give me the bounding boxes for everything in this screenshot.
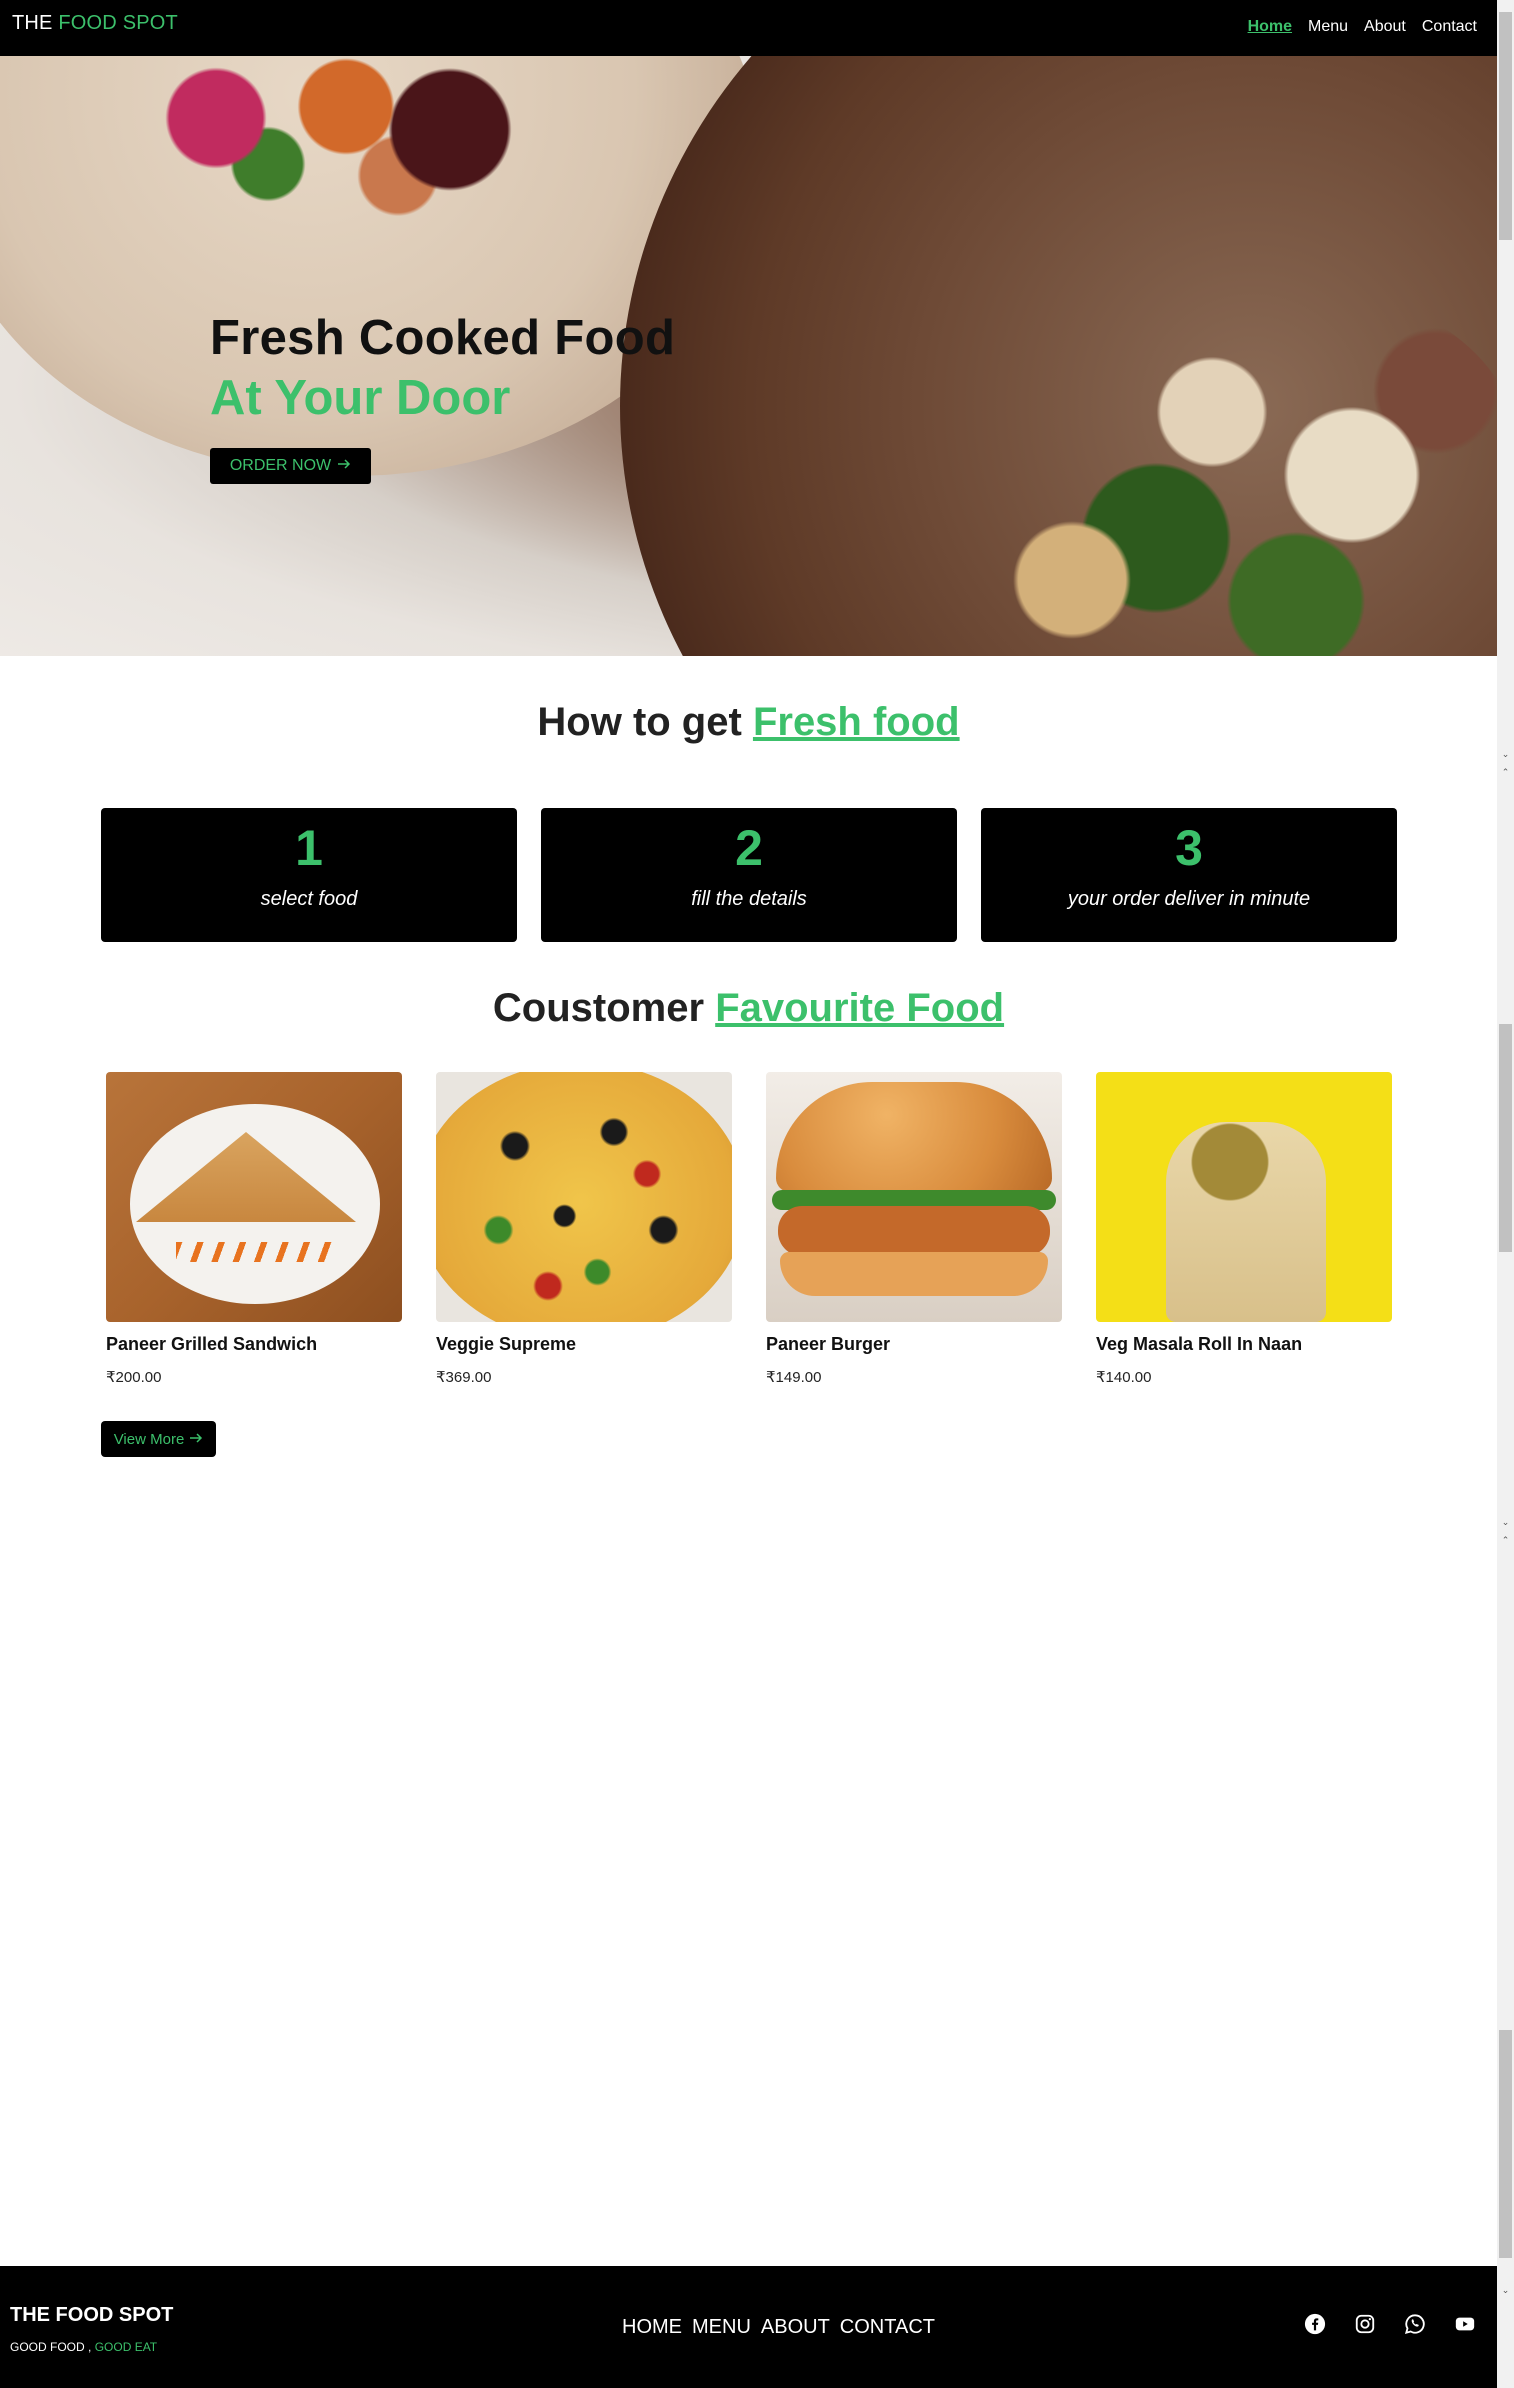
view-more-button[interactable]: View More	[101, 1421, 216, 1457]
order-now-label: ORDER NOW	[229, 457, 332, 474]
food-price: ₹140.00	[1096, 1369, 1152, 1386]
food-card[interactable]: Paneer Grilled Sandwich ₹200.00	[106, 1072, 402, 1386]
brand-accent: FOOD SPOT	[58, 12, 178, 34]
nav-menu[interactable]: Menu	[1308, 18, 1348, 36]
instagram-icon[interactable]	[1353, 2312, 1377, 2336]
burger-image[interactable]	[766, 1072, 1062, 1322]
footer-nav-contact[interactable]: CONTACT	[840, 2316, 935, 2339]
facebook-icon[interactable]	[1303, 2312, 1327, 2336]
sandwich-image[interactable]	[106, 1072, 402, 1322]
scrollbar-thumb[interactable]	[1499, 2030, 1512, 2258]
step-number: 3	[1175, 820, 1203, 876]
pizza-image[interactable]	[436, 1072, 732, 1322]
scroll-down-icon[interactable]: ⌄	[1499, 2284, 1512, 2296]
scroll-up-icon[interactable]: ⌃	[1499, 766, 1512, 778]
arrow-right-icon	[189, 1431, 203, 1448]
scroll-down-icon[interactable]: ⌄	[1499, 748, 1512, 760]
nav-about[interactable]: About	[1364, 18, 1406, 36]
step-card: 2 fill the details	[541, 808, 957, 942]
brand-logo[interactable]: THE FOOD SPOT	[12, 12, 178, 35]
social-links	[1303, 2312, 1477, 2336]
food-name: Paneer Grilled Sandwich	[106, 1334, 318, 1354]
footer-nav-about[interactable]: ABOUT	[761, 2316, 830, 2339]
step-number: 2	[735, 820, 763, 876]
step-card: 3 your order deliver in minute	[981, 808, 1397, 942]
food-card[interactable]: Paneer Burger ₹149.00	[766, 1072, 1062, 1386]
hero-title: Fresh Cooked Food	[210, 311, 676, 365]
favourites-title-prefix: Coustomer	[492, 986, 705, 1030]
footer-brand: THE FOOD SPOT	[10, 2304, 174, 2326]
food-card[interactable]: Veggie Supreme ₹369.00	[436, 1072, 732, 1386]
footer-tag-prefix: GOOD FOOD ,	[10, 2340, 92, 2354]
scroll-up-icon[interactable]: ⌃	[1499, 1534, 1512, 1546]
footer-nav-home[interactable]: HOME	[622, 2316, 682, 2339]
hero-subtitle: At Your Door	[210, 371, 511, 425]
how-section-title: How to get Fresh food	[0, 700, 1497, 745]
footer-nav: HOME MENU ABOUT CONTACT	[622, 2316, 935, 2339]
step-text: fill the details	[691, 888, 807, 910]
roll-image[interactable]	[1096, 1072, 1392, 1322]
food-price: ₹149.00	[766, 1369, 822, 1386]
favourites-section-title: Coustomer Favourite Food	[0, 986, 1497, 1031]
food-name: Veggie Supreme	[436, 1334, 577, 1354]
scrollbar-thumb[interactable]	[1499, 1024, 1512, 1252]
whatsapp-icon[interactable]	[1403, 2312, 1427, 2336]
step-text: your order deliver in minute	[1067, 888, 1311, 910]
footer: THE FOOD SPOT GOOD FOOD , GOOD EAT HOME …	[0, 2266, 1497, 2388]
food-price: ₹369.00	[436, 1369, 492, 1386]
how-title-accent[interactable]: Fresh food	[753, 700, 960, 744]
step-text: select food	[260, 888, 358, 910]
scrollbar-thumb[interactable]	[1499, 12, 1512, 240]
scroll-down-icon[interactable]: ⌄	[1499, 1516, 1512, 1528]
how-title-prefix: How to get	[537, 700, 742, 744]
footer-tag-accent: GOOD EAT	[94, 2340, 158, 2354]
main-nav: Home Menu About Contact	[1248, 18, 1477, 36]
hero-text: Fresh Cooked Food At Your Door	[210, 308, 675, 428]
top-navbar: THE FOOD SPOT Home Menu About Contact	[0, 0, 1497, 56]
order-now-button[interactable]: ORDER NOW	[210, 448, 371, 484]
food-name: Paneer Burger	[766, 1334, 891, 1354]
food-card[interactable]: Veg Masala Roll In Naan ₹140.00	[1096, 1072, 1392, 1386]
footer-nav-menu[interactable]: MENU	[692, 2316, 751, 2339]
brand-prefix: THE	[12, 12, 53, 34]
food-price: ₹200.00	[106, 1369, 162, 1386]
nav-home[interactable]: Home	[1248, 18, 1292, 36]
footer-tagline: GOOD FOOD , GOOD EAT	[10, 2340, 157, 2354]
step-number: 1	[295, 820, 323, 876]
step-card: 1 select food	[101, 808, 517, 942]
hero-vegetables-image	[960, 286, 1497, 656]
view-more-label: View More	[113, 1430, 185, 1448]
nav-contact[interactable]: Contact	[1422, 18, 1477, 36]
youtube-icon[interactable]	[1453, 2312, 1477, 2336]
favourites-title-accent[interactable]: Favourite Food	[715, 986, 1004, 1030]
food-name: Veg Masala Roll In Naan	[1096, 1334, 1303, 1354]
arrow-right-icon	[337, 457, 351, 475]
